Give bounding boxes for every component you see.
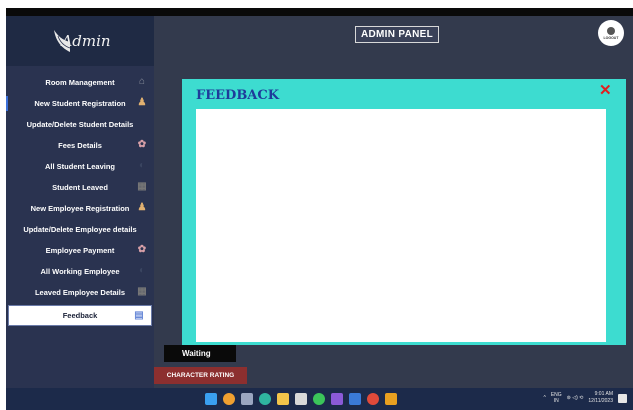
money-icon: ✿: [137, 139, 147, 150]
sidebar-item-new-employee-registration[interactable]: New Employee Registration ♟: [6, 198, 154, 219]
page-title: ADMIN PANEL: [355, 26, 440, 43]
sidebar-item-label: Update/Delete Student Details: [26, 120, 134, 129]
wing-icon: [54, 30, 71, 52]
feedback-panel: FEEDBACK ✕: [182, 79, 626, 345]
store-icon[interactable]: [295, 393, 307, 405]
feedback-icon: ▤: [134, 310, 144, 321]
student-add-icon: ♟: [137, 97, 147, 108]
sidebar-item-label: All Working Employee: [40, 267, 120, 276]
sidebar-item-label: Leaved Employee Details: [34, 288, 126, 297]
chrome-icon[interactable]: [367, 393, 379, 405]
sidebar-item-new-student-registration[interactable]: New Student Registration ♟: [6, 93, 154, 114]
whatsapp-icon[interactable]: [313, 393, 325, 405]
sidebar-item-student-leaved[interactable]: Student Leaved ▦: [6, 177, 154, 198]
sidebar-item-label: Employee Payment: [45, 246, 115, 255]
sidebar-menu: Room Management ⌂ New Student Registrati…: [6, 72, 154, 326]
worker-icon: ◐: [138, 265, 146, 276]
sidebar-item-label: Update/Delete Employee details: [23, 225, 137, 234]
sidebar-item-label: Feedback: [62, 311, 98, 320]
leave-icon: ◐: [138, 160, 146, 171]
feedback-title: FEEDBACK: [196, 88, 280, 103]
sidebar-item-update-delete-employee[interactable]: Update/Delete Employee details: [6, 219, 154, 240]
clock[interactable]: 9:01 AM 12/11/2023: [588, 391, 613, 405]
sidebar-item-update-delete-student[interactable]: Update/Delete Student Details: [6, 114, 154, 135]
sidebar: Admin Room Management ⌂ New Student Regi…: [6, 16, 154, 388]
language-indicator[interactable]: ENG IN: [551, 392, 562, 404]
edge-browser-icon[interactable]: [259, 393, 271, 405]
sidebar-item-label: Room Management: [45, 78, 115, 87]
waiting-status: Waiting: [164, 345, 236, 362]
notification-icon[interactable]: [618, 393, 627, 403]
mail-icon[interactable]: [349, 393, 361, 405]
visual-studio-icon[interactable]: [331, 393, 343, 405]
sidebar-item-label: New Student Registration: [34, 99, 126, 108]
app-window: Admin Room Management ⌂ New Student Regi…: [0, 0, 633, 410]
feedback-textarea[interactable]: [196, 109, 606, 342]
main-content: ADMIN PANEL LOGOUT FEEDBACK ✕ Waiting CH…: [154, 16, 633, 388]
tray-caret-icon[interactable]: ^: [543, 395, 545, 401]
sidebar-item-label: All Student Leaving: [44, 162, 115, 171]
sidebar-item-label: Fees Details: [58, 141, 102, 150]
logout-label: LOGOUT: [603, 35, 619, 40]
sidebar-item-all-student-leaving[interactable]: All Student Leaving ◐: [6, 156, 154, 177]
sidebar-item-leaved-employee-details[interactable]: Leaved Employee Details ▦: [6, 282, 154, 303]
sidebar-item-feedback[interactable]: Feedback ▤: [8, 305, 152, 326]
sidebar-item-label: New Employee Registration: [30, 204, 130, 213]
window-top-strip: [6, 8, 633, 16]
windows-start-icon[interactable]: [205, 393, 217, 405]
folder-icon[interactable]: [277, 393, 289, 405]
widgets-icon[interactable]: [223, 393, 235, 405]
taskbar: ^ ENG IN ⊚ ◁) ⟲ 9:01 AM 12/11/2023: [6, 388, 633, 410]
payment-icon: ✿: [137, 244, 147, 255]
app-icon[interactable]: [385, 393, 397, 405]
close-icon[interactable]: ✕: [599, 81, 612, 99]
system-tray: ^ ENG IN ⊚ ◁) ⟲ 9:01 AM 12/11/2023: [543, 391, 627, 405]
book-icon: ▦: [137, 181, 147, 192]
logout-button[interactable]: LOGOUT: [598, 20, 624, 46]
sidebar-item-all-working-employee[interactable]: All Working Employee ◐: [6, 261, 154, 282]
sidebar-item-fees-details[interactable]: Fees Details ✿: [6, 135, 154, 156]
admin-logo: Admin: [6, 16, 154, 66]
file-explorer-icon[interactable]: [241, 393, 253, 405]
sidebar-item-label: Student Leaved: [52, 183, 108, 192]
employee-add-icon: ♟: [137, 202, 147, 213]
sidebar-item-room-management[interactable]: Room Management ⌂: [6, 72, 154, 93]
power-icon: [607, 26, 615, 35]
house-icon: ⌂: [138, 76, 146, 87]
wifi-volume-battery-icon[interactable]: ⊚ ◁) ⟲: [567, 395, 584, 401]
book-icon: ▦: [137, 286, 147, 297]
sidebar-item-employee-payment[interactable]: Employee Payment ✿: [6, 240, 154, 261]
character-rating-button[interactable]: CHARACTER RATING: [154, 367, 247, 384]
